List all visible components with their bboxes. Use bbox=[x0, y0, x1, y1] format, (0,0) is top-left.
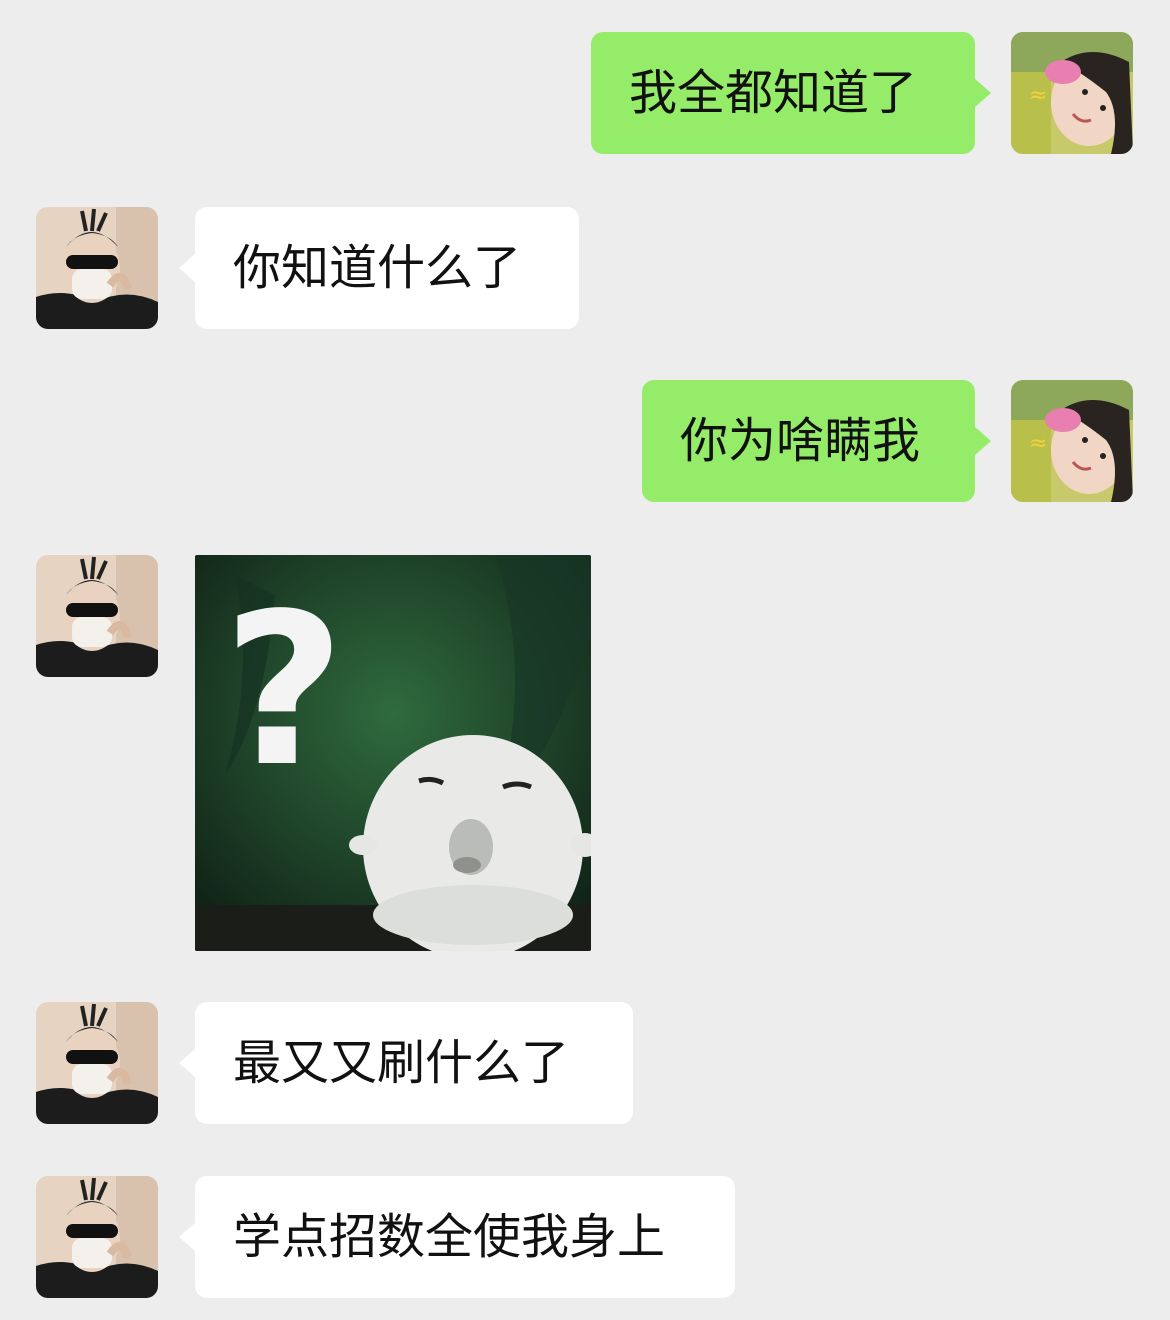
bubble-tail bbox=[975, 427, 991, 455]
contact-avatar[interactable] bbox=[36, 1176, 158, 1298]
self-avatar[interactable]: ≈ bbox=[1011, 380, 1133, 502]
message-bubble[interactable]: 你为啥瞒我 bbox=[642, 380, 975, 502]
message-bubble[interactable]: 你知道什么了 bbox=[195, 207, 579, 329]
bubble-tail bbox=[179, 1223, 195, 1251]
bubble-tail bbox=[179, 254, 195, 282]
message-bubble[interactable]: 最又又刷什么了 bbox=[195, 1002, 633, 1124]
contact-avatar[interactable] bbox=[36, 1002, 158, 1124]
bubble-tail bbox=[179, 1049, 195, 1077]
contact-avatar[interactable] bbox=[36, 555, 158, 677]
message-bubble[interactable]: 学点招数全使我身上 bbox=[195, 1176, 735, 1298]
contact-avatar[interactable] bbox=[36, 207, 158, 329]
self-avatar[interactable]: ≈ bbox=[1011, 32, 1133, 154]
svg-text:≈: ≈ bbox=[1029, 431, 1047, 456]
message-bubble[interactable]: 我全都知道了 bbox=[591, 32, 975, 154]
question-mark-ghost-sticker[interactable]: ? bbox=[195, 555, 591, 951]
svg-text:≈: ≈ bbox=[1029, 83, 1047, 108]
question-mark-text: ? bbox=[223, 568, 345, 813]
bubble-tail bbox=[975, 79, 991, 107]
